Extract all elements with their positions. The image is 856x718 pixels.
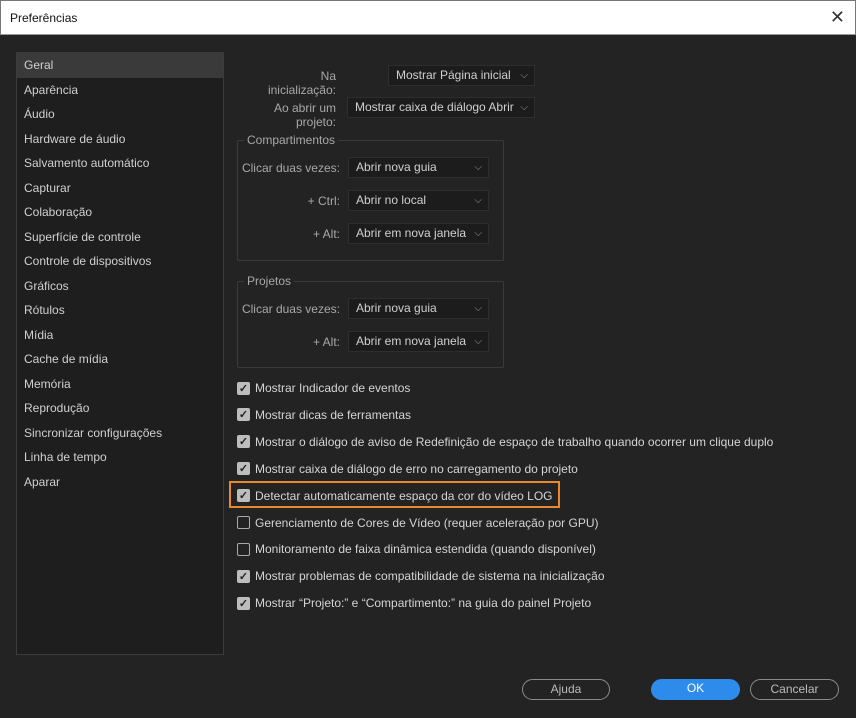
close-icon[interactable]: ✕ [830, 7, 845, 28]
sidebar-item[interactable]: Capturar [17, 176, 223, 201]
sidebar-item[interactable]: Linha de tempo [17, 445, 223, 470]
bins-title: Compartimentos [244, 133, 339, 147]
sidebar-item[interactable]: Gráficos [17, 274, 223, 299]
open-project-dropdown[interactable]: Mostrar caixa de diálogo Abrir ⌵ [347, 97, 535, 118]
chevron-down-icon: ⌵ [520, 70, 528, 81]
chevron-down-icon: ⌵ [474, 195, 482, 206]
projects-row-dropdown[interactable]: Abrir em nova janela ⌵ [348, 331, 489, 352]
sidebar-item[interactable]: Cache de mídia [17, 347, 223, 372]
bins-row-dropdown[interactable]: Abrir nova guia ⌵ [348, 157, 489, 178]
checkbox-label: Gerenciamento de Cores de Vídeo (requer … [255, 515, 599, 530]
bins-row-dropdown[interactable]: Abrir em nova janela ⌵ [348, 223, 489, 244]
sidebar-item[interactable]: Sincronizar configurações [17, 421, 223, 446]
sidebar-item[interactable]: Aparência [17, 78, 223, 103]
checkbox-unchecked-icon[interactable] [237, 516, 250, 529]
checkbox-checked-icon[interactable]: ✓ [237, 408, 250, 422]
dropdown-value: Abrir nova guia [356, 160, 437, 174]
checkbox-checked-icon[interactable]: ✓ [237, 381, 250, 395]
bins-row-label: Clicar duas vezes: [241, 161, 340, 175]
checkbox-label: Mostrar “Projeto:” e “Compartimento:” na… [255, 596, 592, 611]
checkbox-option[interactable]: Gerenciamento de Cores de Vídeo (requer … [237, 514, 599, 532]
checkbox-checked-icon[interactable]: ✓ [237, 596, 250, 610]
checkbox-option[interactable]: Monitoramento de faixa dinâmica estendid… [237, 540, 596, 558]
checkbox-label: Mostrar Indicador de eventos [255, 381, 411, 395]
bins-row-label: + Alt: [312, 227, 340, 241]
help-button[interactable]: Ajuda [522, 679, 610, 700]
startup-value: Mostrar Página inicial [396, 68, 511, 82]
chevron-down-icon: ⌵ [520, 102, 528, 113]
open-project-label: Ao abrir um projeto: [273, 101, 336, 129]
sidebar-item[interactable]: Controle de dispositivos [17, 249, 223, 274]
sidebar-item[interactable]: Colaboração [17, 200, 223, 225]
sidebar-item[interactable]: Superfície de controle [17, 225, 223, 250]
open-project-value: Mostrar caixa de diálogo Abrir [355, 100, 514, 114]
bins-row-dropdown[interactable]: Abrir no local ⌵ [348, 190, 489, 211]
sidebar-item[interactable]: Memória [17, 372, 223, 397]
projects-group [237, 281, 504, 368]
checkbox-option[interactable]: ✓ Mostrar Indicador de eventos [237, 379, 410, 397]
checkbox-option[interactable]: ✓ Mostrar dicas de ferramentas [237, 406, 411, 424]
startup-label: Na inicialização: [267, 69, 336, 97]
checkbox-option[interactable]: ✓ Mostrar “Projeto:” e “Compartimento:” n… [237, 594, 591, 612]
projects-row-label: Clicar duas vezes: [241, 302, 340, 316]
sidebar-item[interactable]: Salvamento automático [17, 151, 223, 176]
sidebar-item[interactable]: Aparar [17, 470, 223, 495]
highlight-box [229, 481, 560, 508]
chevron-down-icon: ⌵ [474, 336, 482, 347]
title-bar: Preferências ✕ [0, 0, 856, 35]
checkbox-label: Monitoramento de faixa dinâmica estendid… [255, 542, 596, 557]
checkbox-label: Mostrar dicas de ferramentas [255, 407, 412, 422]
bins-row-label: + Ctrl: [307, 194, 340, 208]
checkbox-checked-icon[interactable]: ✓ [237, 435, 250, 449]
ok-button[interactable]: OK [651, 679, 740, 700]
projects-row-label: + Alt: [312, 335, 340, 349]
dropdown-value: Abrir nova guia [356, 301, 437, 315]
sidebar-item[interactable]: Mídia [17, 323, 223, 348]
chevron-down-icon: ⌵ [474, 228, 482, 239]
sidebar-item[interactable]: Áudio [17, 102, 223, 127]
projects-row-dropdown[interactable]: Abrir nova guia ⌵ [348, 298, 489, 319]
sidebar-item[interactable]: Geral [17, 53, 223, 78]
chevron-down-icon: ⌵ [474, 303, 482, 314]
preferences-sidebar: Geral Aparência Áudio Hardware de áudio Salv… [16, 52, 224, 655]
checkbox-option[interactable]: ✓ Mostrar problemas de compatibilidade de… [237, 567, 605, 585]
sidebar-item[interactable]: Rótulos [17, 298, 223, 323]
checkbox-checked-icon[interactable]: ✓ [237, 569, 250, 583]
checkbox-option[interactable]: ✓ Mostrar o diálogo de aviso de Redefiniç… [237, 433, 773, 451]
checkbox-checked-icon[interactable]: ✓ [237, 462, 250, 476]
sidebar-item[interactable]: Reprodução [17, 396, 223, 421]
window-title: Preferências [10, 11, 78, 25]
projects-title: Projetos [244, 274, 295, 288]
chevron-down-icon: ⌵ [474, 162, 482, 173]
checkbox-label: Mostrar caixa de diálogo de erro no carr… [255, 461, 578, 476]
dropdown-value: Abrir no local [356, 193, 427, 207]
checkbox-label: Mostrar problemas de compatibilidade de … [255, 569, 605, 584]
startup-dropdown[interactable]: Mostrar Página inicial ⌵ [388, 65, 535, 86]
dropdown-value: Abrir em nova janela [356, 334, 467, 348]
checkbox-option[interactable]: ✓ Mostrar caixa de diálogo de erro no car… [237, 460, 578, 478]
cancel-button[interactable]: Cancelar [750, 679, 839, 700]
sidebar-item[interactable]: Hardware de áudio [17, 127, 223, 152]
checkbox-label: Mostrar o diálogo de aviso de Redefiniçã… [255, 434, 774, 449]
checkbox-unchecked-icon[interactable] [237, 542, 250, 556]
dropdown-value: Abrir em nova janela [356, 226, 467, 240]
